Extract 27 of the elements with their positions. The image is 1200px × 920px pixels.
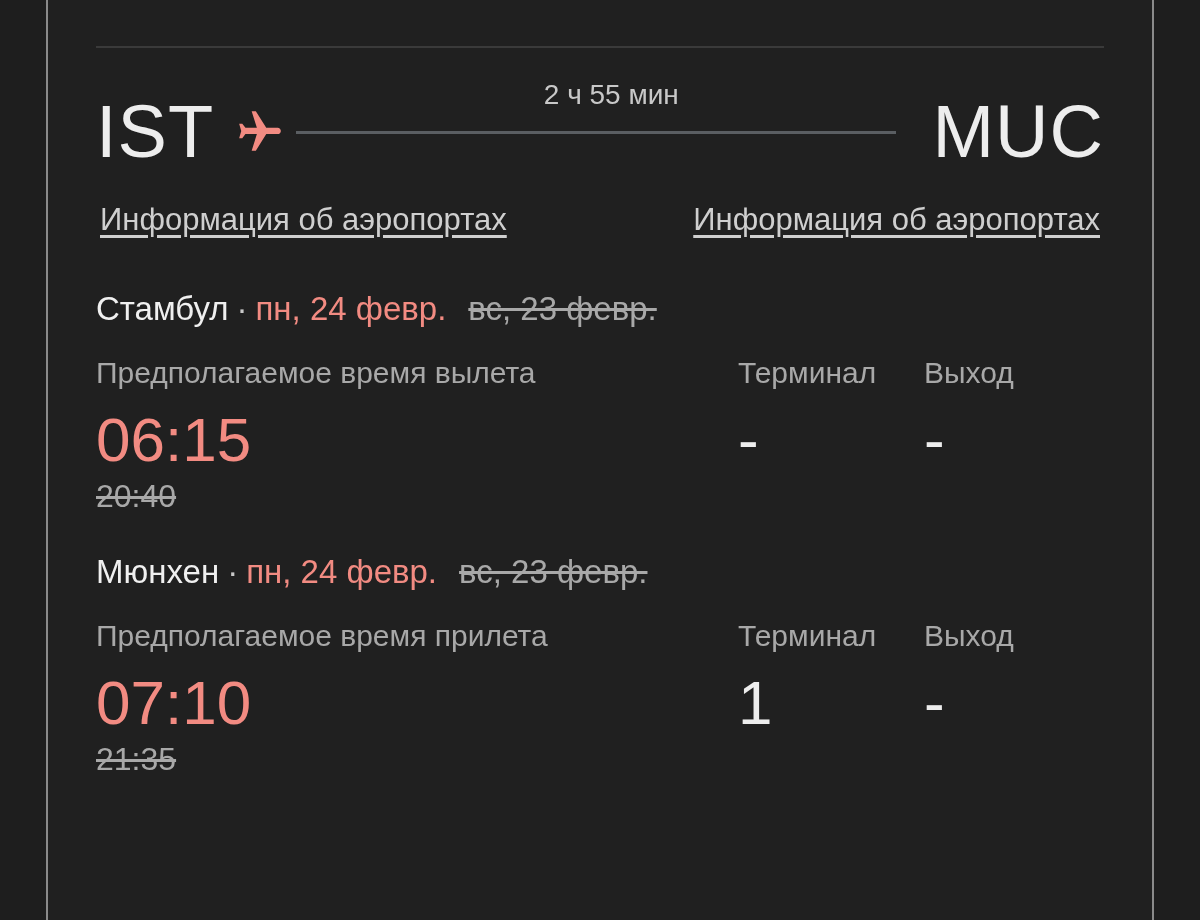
new-date: пн, 24 февр. — [246, 553, 438, 591]
airport-info-link[interactable]: Информация об аэропортах — [96, 202, 511, 238]
gate-label: Выход — [924, 356, 1015, 390]
flight-duration: 2 ч 55 мин — [542, 78, 680, 111]
old-date: вс, 23 февр. — [468, 290, 657, 328]
terminal-value: 1 — [738, 667, 774, 739]
gate-label: Выход — [924, 619, 1015, 653]
time-label: Предполагаемое время прилета — [96, 619, 549, 653]
new-time: 07:10 — [96, 667, 253, 739]
airport-info-link[interactable]: Информация об аэропортах — [689, 202, 1104, 238]
new-date: пн, 24 февр. — [255, 290, 447, 328]
old-date: вс, 23 февр. — [459, 553, 648, 591]
terminal-label: Терминал — [738, 356, 878, 390]
city-name: Мюнхен — [96, 553, 220, 591]
time-label: Предполагаемое время вылета — [96, 356, 537, 390]
old-time: 21:35 — [96, 741, 178, 778]
city-name: Стамбул — [96, 290, 229, 328]
terminal-label: Терминал — [738, 619, 878, 653]
gate-value: - — [924, 667, 946, 739]
separator-dot: · — [236, 290, 248, 328]
separator-dot: · — [227, 553, 239, 591]
gate-value: - — [924, 404, 946, 476]
destination-code: MUC — [932, 89, 1104, 175]
origin-code: IST — [96, 89, 215, 175]
old-time: 20:40 — [96, 478, 178, 515]
terminal-value: - — [738, 404, 760, 476]
new-time: 06:15 — [96, 404, 253, 476]
